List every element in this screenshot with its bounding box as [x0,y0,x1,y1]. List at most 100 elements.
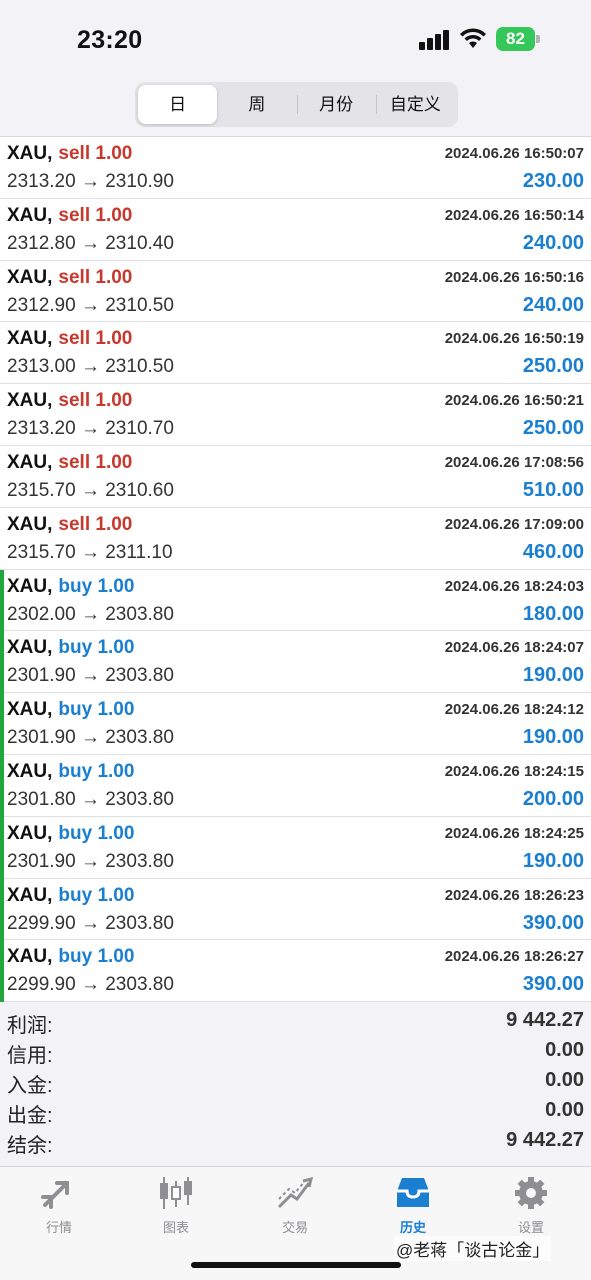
trade-row[interactable]: XAU, sell 1.00 2024.06.26 17:09:00 2315.70 … [0,508,591,570]
trade-side: sell 1.00 [58,266,133,288]
tab-custom[interactable]: 自定义 [375,85,455,124]
cellular-signal-icon [419,30,449,50]
trade-prices: 2315.70 → 2310.60 [7,479,174,501]
trade-profit: 460.00 [522,540,584,563]
symbol-text: XAU, [7,451,53,473]
trade-row[interactable]: XAU, buy 1.00 2024.06.26 18:24:12 2301.90 →… [0,693,591,755]
battery-level: 82 [496,27,535,51]
trade-prices: 2301.90 → 2303.80 [7,727,174,749]
summary-value: 0.00 [545,1069,584,1091]
trade-datetime: 2024.06.26 18:26:27 [444,948,584,966]
trade-side: buy 1.00 [58,822,135,844]
battery-icon: 82 [496,27,540,51]
trade-side: sell 1.00 [58,143,133,164]
tab-history[interactable]: 历史 [363,1175,463,1235]
trade-datetime: 2024.06.26 18:24:07 [444,639,584,657]
trade-row[interactable]: XAU, buy 1.00 2024.06.26 18:24:07 2301.90 →… [0,631,591,694]
symbol-text: XAU, [7,946,53,968]
trade-datetime: 2024.06.26 16:50:07 [444,145,584,162]
trade-row[interactable]: XAU, buy 1.00 2024.06.26 18:24:15 2301.80 →… [0,754,591,817]
tab-settings[interactable]: 设置 [481,1175,581,1235]
trade-profit: 510.00 [522,478,584,501]
summary-value: 0.00 [545,1039,584,1061]
trade-prices: 2312.90 → 2310.50 [7,294,174,316]
trade-prices: 2313.00 → 2310.50 [7,356,174,378]
trade-symbol: XAU, sell 1.00 [7,514,132,536]
trade-prices: 2301.90 → 2303.80 [7,850,174,872]
trade-symbol: XAU, buy 1.00 [7,761,134,783]
trade-row[interactable]: XAU, sell 1.00 2024.06.26 16:50:14 2312.80 … [0,199,591,261]
trade-history-list: XAU, sell 1.00 2024.06.26 16:50:07 2313.20 … [0,136,591,1003]
trade-row[interactable]: XAU, buy 1.00 2024.06.26 18:24:03 2302.00 →… [0,569,591,632]
trade-datetime: 2024.06.26 18:24:25 [444,824,584,842]
trade-row[interactable]: XAU, sell 1.00 2024.06.26 16:50:21 2313.20 … [0,384,591,446]
tab-trade[interactable]: 交易 [245,1175,345,1235]
trade-row[interactable]: XAU, buy 1.00 2024.06.26 18:24:25 2301.90 →… [0,816,591,879]
trade-datetime: 2024.06.26 18:26:23 [444,886,584,904]
trade-datetime: 2024.06.26 18:24:15 [444,762,584,780]
status-bar: 23:20 82 [0,0,591,78]
period-segmented-control: 日 周 月份 自定义 [135,82,458,127]
tab-label: 图表 [162,1220,189,1235]
tab-quotes[interactable]: 行情 [9,1175,109,1235]
symbol-text: XAU, [7,575,53,597]
quotes-arrows-icon [41,1181,69,1209]
trade-symbol: XAU, sell 1.00 [7,390,132,412]
trade-side: sell 1.00 [58,390,133,412]
trade-datetime: 2024.06.26 18:24:12 [444,701,584,719]
tab-month[interactable]: 月份 [296,85,376,124]
trade-profit: 190.00 [522,664,584,687]
trade-symbol: XAU, buy 1.00 [7,637,134,659]
trade-prices: 2313.20 → 2310.70 [7,418,174,440]
symbol-text: XAU, [7,143,53,164]
trade-symbol: XAU, buy 1.00 [7,885,134,907]
trade-side: buy 1.00 [58,637,135,659]
trade-prices: 2299.90 → 2303.80 [7,912,174,934]
summary-label: 结余: [7,1135,53,1157]
tab-label: 设置 [517,1220,544,1235]
trade-profit: 240.00 [522,231,584,254]
trade-side: sell 1.00 [58,204,133,226]
summary-value: 0.00 [545,1099,584,1121]
trade-datetime: 2024.06.26 16:50:21 [444,392,584,410]
trade-datetime: 2024.06.26 16:50:19 [444,330,584,348]
summary-row-profit: 利润: 9 442.27 [0,1005,591,1037]
trade-row[interactable]: XAU, sell 1.00 2024.06.26 16:50:16 2312.90 … [0,261,591,323]
summary-label: 利润: [7,1015,53,1037]
trade-symbol: XAU, buy 1.00 [7,946,134,968]
trade-prices: 2299.90 → 2303.80 [7,974,174,996]
trade-row[interactable]: XAU, sell 1.00 2024.06.26 16:50:07 2313.20 … [0,137,591,199]
trade-profit: 230.00 [522,170,584,192]
gear-icon [515,1177,547,1209]
trade-datetime: 2024.06.26 16:50:14 [444,206,584,224]
symbol-text: XAU, [7,204,53,226]
trade-row[interactable]: XAU, buy 1.00 2024.06.26 18:26:23 2299.90 →… [0,878,591,941]
summary-row-deposit: 入金: 0.00 [0,1065,591,1097]
symbol-text: XAU, [7,266,53,288]
trade-side: buy 1.00 [58,946,135,968]
tab-charts[interactable]: 图表 [126,1175,226,1235]
trade-row[interactable]: XAU, sell 1.00 2024.06.26 17:08:56 2315.70 … [0,446,591,508]
trade-symbol: XAU, sell 1.00 [7,328,132,350]
trade-side: buy 1.00 [58,699,135,721]
trade-prices: 2315.70 → 2311.10 [7,541,173,563]
watermark-text: @老蒋「谈古论金」 [394,1236,552,1261]
symbol-text: XAU, [7,513,53,535]
summary-label: 入金: [7,1075,53,1097]
trade-datetime: 2024.06.26 16:50:16 [444,268,584,286]
trade-profit: 190.00 [522,726,584,749]
symbol-text: XAU, [7,884,53,906]
summary-row-balance: 结余: 9 442.27 [0,1125,591,1157]
trade-row[interactable]: XAU, buy 1.00 2024.06.26 18:26:27 2299.90 →… [0,940,591,1003]
trade-profit: 180.00 [522,602,584,625]
tab-label: 交易 [281,1220,308,1235]
tab-day[interactable]: 日 [138,85,218,124]
trade-profit: 390.00 [522,973,584,996]
home-indicator[interactable] [191,1262,401,1268]
trade-side: buy 1.00 [58,760,135,782]
trade-datetime: 2024.06.26 17:09:00 [444,515,584,533]
trade-symbol: XAU, buy 1.00 [7,823,134,845]
tab-week[interactable]: 周 [217,85,296,124]
trade-row[interactable]: XAU, sell 1.00 2024.06.26 16:50:19 2313.00 … [0,322,591,385]
trade-profit: 200.00 [522,787,584,810]
